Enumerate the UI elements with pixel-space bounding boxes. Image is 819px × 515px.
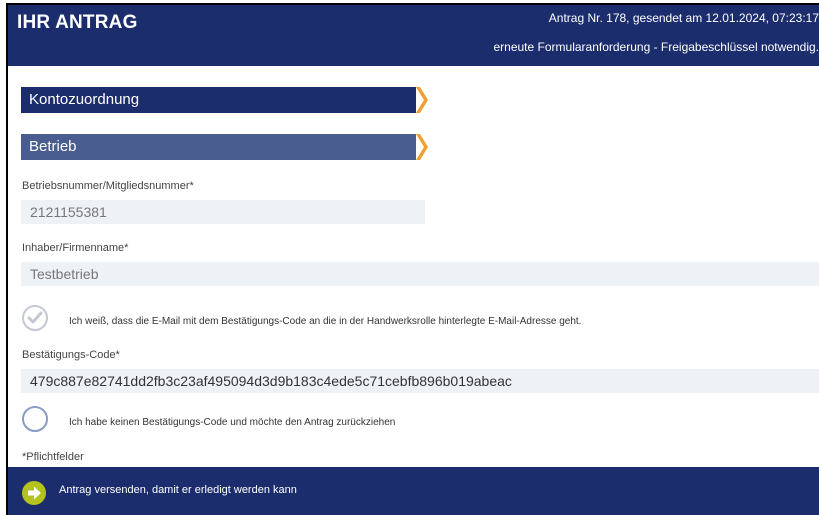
- inhaber-label: Inhaber/Firmenname*: [22, 242, 129, 254]
- code-field[interactable]: 479c887e82741dd2fb3c23af495094d3d9b183c4…: [21, 369, 819, 393]
- chevron-right-icon: [416, 87, 428, 113]
- section-konto-label: Kontozuordnung: [29, 91, 140, 108]
- checkmark-icon: [27, 311, 43, 324]
- section-kontozuordnung[interactable]: Kontozuordnung: [21, 87, 428, 113]
- email-consent-checkbox[interactable]: [22, 305, 48, 331]
- section-betrieb[interactable]: Betrieb: [21, 134, 428, 160]
- code-label: Bestätigungs-Code*: [22, 349, 120, 361]
- section-betrieb-label: Betrieb: [29, 138, 77, 155]
- chevron-right-icon: [416, 134, 428, 160]
- request-info: Antrag Nr. 178, gesendet am 12.01.2024, …: [548, 11, 819, 25]
- inhaber-field[interactable]: Testbetrieb: [21, 262, 819, 286]
- betriebsnummer-label: Betriebsnummer/Mitgliedsnummer*: [22, 180, 194, 192]
- no-code-text: Ich habe keinen Bestätigungs-Code und mö…: [69, 417, 396, 428]
- submit-label[interactable]: Antrag versenden, damit er erledigt werd…: [59, 484, 297, 496]
- arrow-right-glyph: [28, 486, 41, 500]
- required-note: *Pflichtfelder: [22, 451, 84, 463]
- submit-bar[interactable]: Antrag versenden, damit er erledigt werd…: [8, 467, 819, 515]
- status-info: erneute Formularanforderung - Freigabesc…: [493, 40, 819, 54]
- arrow-right-icon[interactable]: [22, 481, 46, 505]
- betriebsnummer-field[interactable]: 2121155381: [21, 200, 425, 224]
- email-consent-text: Ich weiß, dass die E-Mail mit dem Bestät…: [69, 316, 582, 327]
- header-bar: IHR ANTRAG Antrag Nr. 178, gesendet am 1…: [8, 5, 819, 66]
- form-frame: IHR ANTRAG Antrag Nr. 178, gesendet am 1…: [6, 3, 819, 515]
- no-code-radio[interactable]: [22, 406, 48, 432]
- page-title: IHR ANTRAG: [17, 12, 138, 33]
